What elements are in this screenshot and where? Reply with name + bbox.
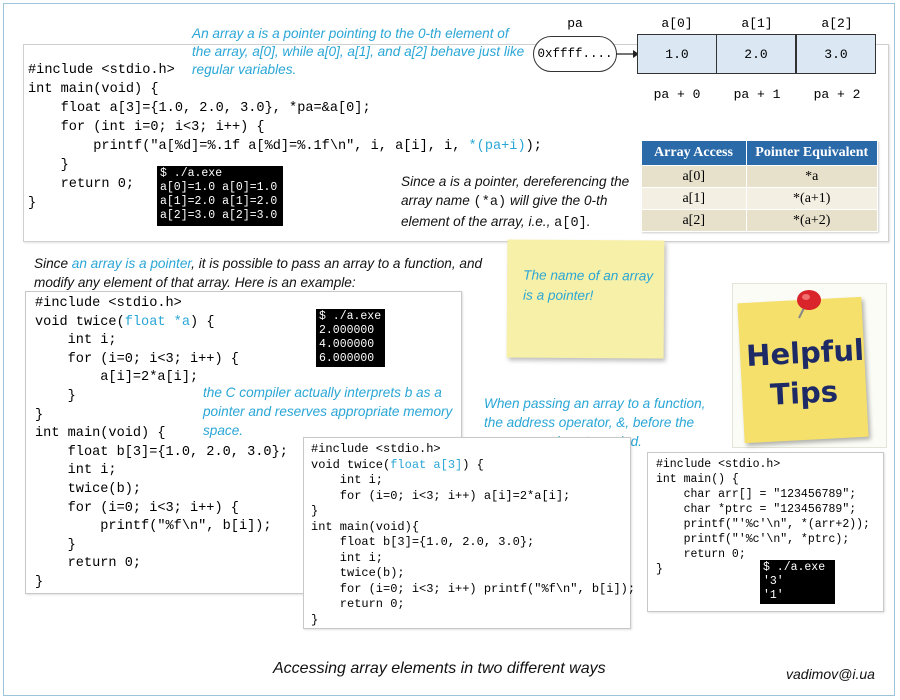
offset-label-0: pa + 0 (653, 87, 701, 102)
table-header-pointer-equivalent: Pointer Equivalent (746, 141, 878, 166)
page-caption: Accessing array elements in two differen… (273, 660, 606, 677)
table-row: a[2] *(a+2) (641, 209, 878, 232)
terminal-output-1: $ ./a.exe a[0]=1.0 a[0]=1.0 a[1]=2.0 a[1… (157, 166, 283, 226)
array-cell-2: 3.0 (796, 34, 876, 74)
terminal-output-4: $ ./a.exe '3' '1' (760, 560, 835, 604)
table-header-array-access: Array Access (641, 141, 747, 166)
array-access-table: Array Access Pointer Equivalent a[0] *a … (641, 141, 878, 232)
author-credit: vadimov@i.ua (786, 666, 875, 682)
table-row: a[1] *(a+1) (641, 187, 878, 210)
array-cell-1: 2.0 (716, 34, 796, 74)
helpful-text: Helpful (745, 332, 865, 373)
pa-pointer-box: 0xffff.... (533, 36, 617, 72)
pa-label: pa (567, 16, 583, 31)
offset-label-2: pa + 2 (813, 87, 861, 102)
note-dereference: Since a is a pointer, dereferencing the … (401, 174, 630, 231)
cell-header-a1: a[1] (741, 16, 773, 31)
code-block-char-array: #include <stdio.h> int main() { char arr… (656, 458, 870, 576)
sticky-note: The name of an array is a pointer! (506, 239, 665, 359)
offset-label-1: pa + 1 (733, 87, 781, 102)
cell-header-a0: a[0] (661, 16, 693, 31)
table-header-row: Array Access Pointer Equivalent (641, 141, 878, 166)
code-block-twice-array: #include <stdio.h> void twice(float a[3]… (311, 442, 636, 627)
note-compiler: the C compiler actually interprets b as … (203, 385, 453, 438)
array-cell-0: 1.0 (637, 34, 717, 74)
table-row: a[0] *a (641, 165, 878, 188)
note-array-is-pointer: An array a is a pointer pointing to the … (192, 26, 525, 77)
pa-value: 0xffff.... (537, 47, 613, 61)
pushpin-icon (797, 290, 821, 319)
helpful-tips-image: Helpful Tips (732, 283, 887, 448)
code-block-twice-pointer: #include <stdio.h> void twice(float *a) … (35, 296, 288, 590)
sticky-note-text: The name of an array is a pointer! (522, 267, 654, 304)
cell-header-a2: a[2] (821, 16, 853, 31)
terminal-output-2: $ ./a.exe 2.000000 4.000000 6.000000 (316, 309, 385, 367)
paragraph-pass-array: Since an array is a pointer, it is possi… (34, 256, 483, 290)
tips-text: Tips (769, 374, 839, 412)
